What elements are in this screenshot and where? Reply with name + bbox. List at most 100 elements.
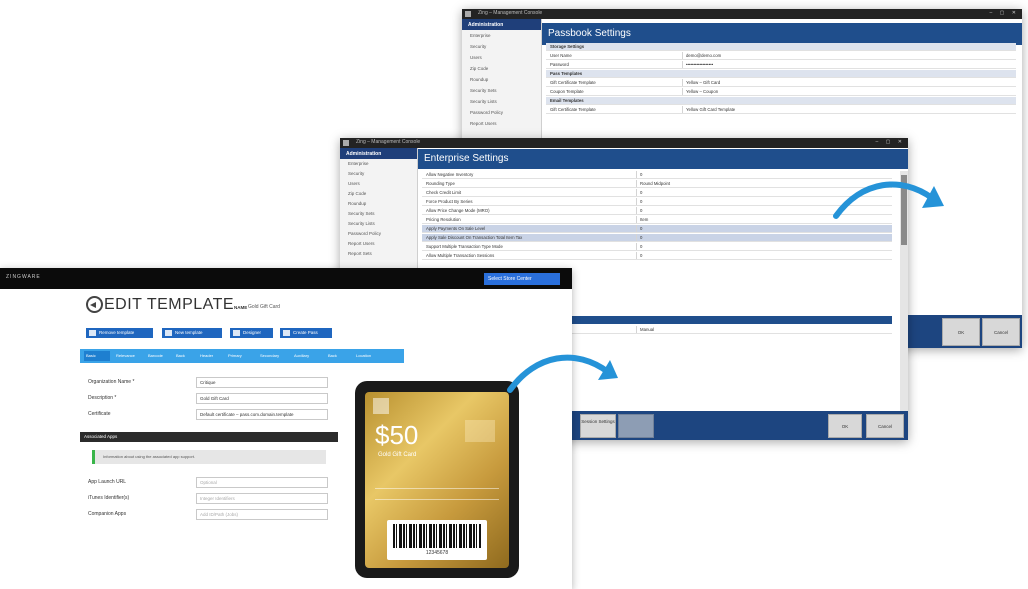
new-template-button[interactable]: New template	[162, 328, 222, 338]
sidebar-item[interactable]: Report Users	[340, 239, 417, 249]
designer-button[interactable]: Designer	[230, 328, 273, 338]
field-input[interactable]: Integer Identifiers	[196, 493, 328, 504]
pass-logo	[373, 398, 389, 414]
remove-template-button[interactable]: Remove template	[86, 328, 153, 338]
settings-row[interactable]: Apply Payments On Sale Level 0	[422, 225, 892, 233]
sidebar-item[interactable]: Enterprise	[462, 30, 541, 41]
row-value[interactable]: ••••••••••••••••••	[682, 61, 713, 68]
session-settings-button[interactable]: Session Settings	[580, 414, 616, 438]
sidebar-item[interactable]: Report Users	[462, 118, 541, 129]
tab-5[interactable]: Header	[200, 349, 213, 363]
settings-row[interactable]: Coupon Template Yellow – Coupon	[546, 88, 1016, 96]
tab-7[interactable]: Secondary	[260, 349, 279, 363]
field-input[interactable]: Gold Gift Card	[196, 393, 328, 404]
store-selector[interactable]: Select Store Center	[484, 273, 560, 285]
settings-row[interactable]: Gift Certificate Template Yellow – Gift C…	[546, 79, 1016, 87]
settings-row[interactable]: Force Product By Series 0	[422, 198, 892, 206]
sidebar-item[interactable]: Security Sets	[462, 85, 541, 96]
sidebar-item[interactable]: Enterprise	[340, 159, 417, 169]
settings-row[interactable]: Allow Negative Inventory 0	[422, 171, 892, 179]
field-label: Companion Apps	[88, 511, 127, 517]
row-value[interactable]: 0	[636, 243, 642, 250]
gift-card-pass: $50 Gold Gift Card 12345678	[365, 392, 509, 568]
field-input[interactable]: Add ID/Path (Jobs)	[196, 509, 328, 520]
row-value[interactable]: 0	[636, 252, 642, 259]
settings-row[interactable]: User Name demo@demo.com	[546, 52, 1016, 60]
manual-row[interactable]: Manual	[572, 326, 892, 334]
tab-9[interactable]: Back	[328, 349, 337, 363]
sidebar-item[interactable]: Zip Code	[462, 63, 541, 74]
row-value[interactable]: Yellow Gift Card Template	[682, 106, 735, 113]
settings-row[interactable]: Support Multiple Transaction Type Mode 0	[422, 243, 892, 251]
ok-button[interactable]: OK	[828, 414, 862, 438]
cancel-button[interactable]: Cancel	[866, 414, 904, 438]
sidebar-item[interactable]: Report Sets	[340, 249, 417, 259]
tab-8[interactable]: Auxiliary	[294, 349, 309, 363]
sidebar-item[interactable]: Roundup	[462, 74, 541, 85]
scrollbar[interactable]	[900, 171, 908, 411]
tab-3[interactable]: Barcode	[148, 349, 163, 363]
field-input[interactable]: Optional	[196, 477, 328, 488]
field-input[interactable]: Critique	[196, 377, 328, 388]
settings-row[interactable]: Apply Sale Discount On Transaction Total…	[422, 234, 892, 242]
settings-row[interactable]: Check Credit Limit 0	[422, 189, 892, 197]
field-label: Organization Name *	[88, 379, 135, 385]
cancel-button[interactable]: Cancel	[982, 318, 1020, 346]
settings-row[interactable]: Password ••••••••••••••••••	[546, 61, 1016, 69]
row-value[interactable]: Yellow – Gift Card	[682, 79, 720, 86]
sidebar-item[interactable]: Security	[462, 41, 541, 52]
ok-button[interactable]: OK	[942, 318, 980, 346]
create-pass-button[interactable]: Create Pass	[280, 328, 332, 338]
sidebar-item[interactable]: Security	[340, 169, 417, 179]
row-label: Allow Multiple Transaction Sessions	[426, 253, 495, 258]
sidebar-item[interactable]: Roundup	[340, 199, 417, 209]
row-label: Apply Payments On Sale Level	[426, 226, 486, 231]
template-name-label: NAME	[234, 305, 248, 310]
settings-row[interactable]: Rounding Type Round Midpoint	[422, 180, 892, 188]
window-controls[interactable]: – ▢ ✕	[990, 10, 1019, 16]
row-label: Gift Certificate Template	[550, 107, 596, 112]
back-icon[interactable]	[86, 296, 103, 313]
row-value[interactable]: 0	[636, 234, 642, 241]
settings-row[interactable]: Gift Certificate Template Yellow Gift Car…	[546, 106, 1016, 114]
row-value[interactable]: demo@demo.com	[682, 52, 721, 59]
row-value[interactable]: Round Midpoint	[636, 180, 670, 187]
row-label: Gift Certificate Template	[550, 80, 596, 85]
row-value[interactable]: Item	[636, 216, 648, 223]
top-nav: ZINGWARE Select Store Center	[0, 268, 572, 289]
row-value[interactable]: 0	[636, 225, 642, 232]
settings-row[interactable]: Allow Price Change Mode (MRO) 0	[422, 207, 892, 215]
tab-2[interactable]: Relevance	[116, 349, 135, 363]
field-input[interactable]: Default certificate – pass.com.domain.te…	[196, 409, 328, 420]
sidebar-item[interactable]: Security Lists	[462, 96, 541, 107]
row-value[interactable]: 0	[636, 189, 642, 196]
window-controls[interactable]: – ▢ ✕	[876, 139, 905, 145]
row-value[interactable]: 0	[636, 207, 642, 214]
pass-name: Gold Gift Card	[378, 452, 417, 458]
row-label: User Name	[550, 53, 572, 58]
barcode: 12345678	[387, 520, 487, 560]
settings-row[interactable]: Allow Multiple Transaction Sessions 0	[422, 252, 892, 260]
sidebar-item[interactable]: Security Sets	[340, 209, 417, 219]
row-label: Allow Price Change Mode (MRO)	[426, 208, 490, 213]
sidebar-item[interactable]: Zip Code	[340, 189, 417, 199]
row-label: Rounding Type	[426, 181, 455, 186]
scrollbar-thumb[interactable]	[901, 175, 907, 245]
sidebar-item[interactable]: Users	[340, 179, 417, 189]
row-value[interactable]: Yellow – Coupon	[682, 88, 718, 95]
row-value[interactable]: 0	[636, 171, 642, 178]
tab-4[interactable]: Back	[176, 349, 185, 363]
tab-6[interactable]: Primary	[228, 349, 242, 363]
info-alert: Information about using the associated a…	[92, 450, 326, 464]
tab-1[interactable]: Basic	[86, 349, 96, 363]
tab-10[interactable]: Location	[356, 349, 371, 363]
sidebar-item[interactable]: Security Lists	[340, 219, 417, 229]
row-value[interactable]: 0	[636, 198, 642, 205]
brand-logo: ZINGWARE	[6, 274, 41, 280]
sidebar-item[interactable]: Password Policy	[340, 229, 417, 239]
settings-row: Email Templates	[546, 97, 1016, 105]
sidebar-item[interactable]: Users	[462, 52, 541, 63]
sidebar-item[interactable]: Password Policy	[462, 107, 541, 118]
app-icon	[343, 140, 349, 146]
settings-row[interactable]: Pricing Resolution Item	[422, 216, 892, 224]
